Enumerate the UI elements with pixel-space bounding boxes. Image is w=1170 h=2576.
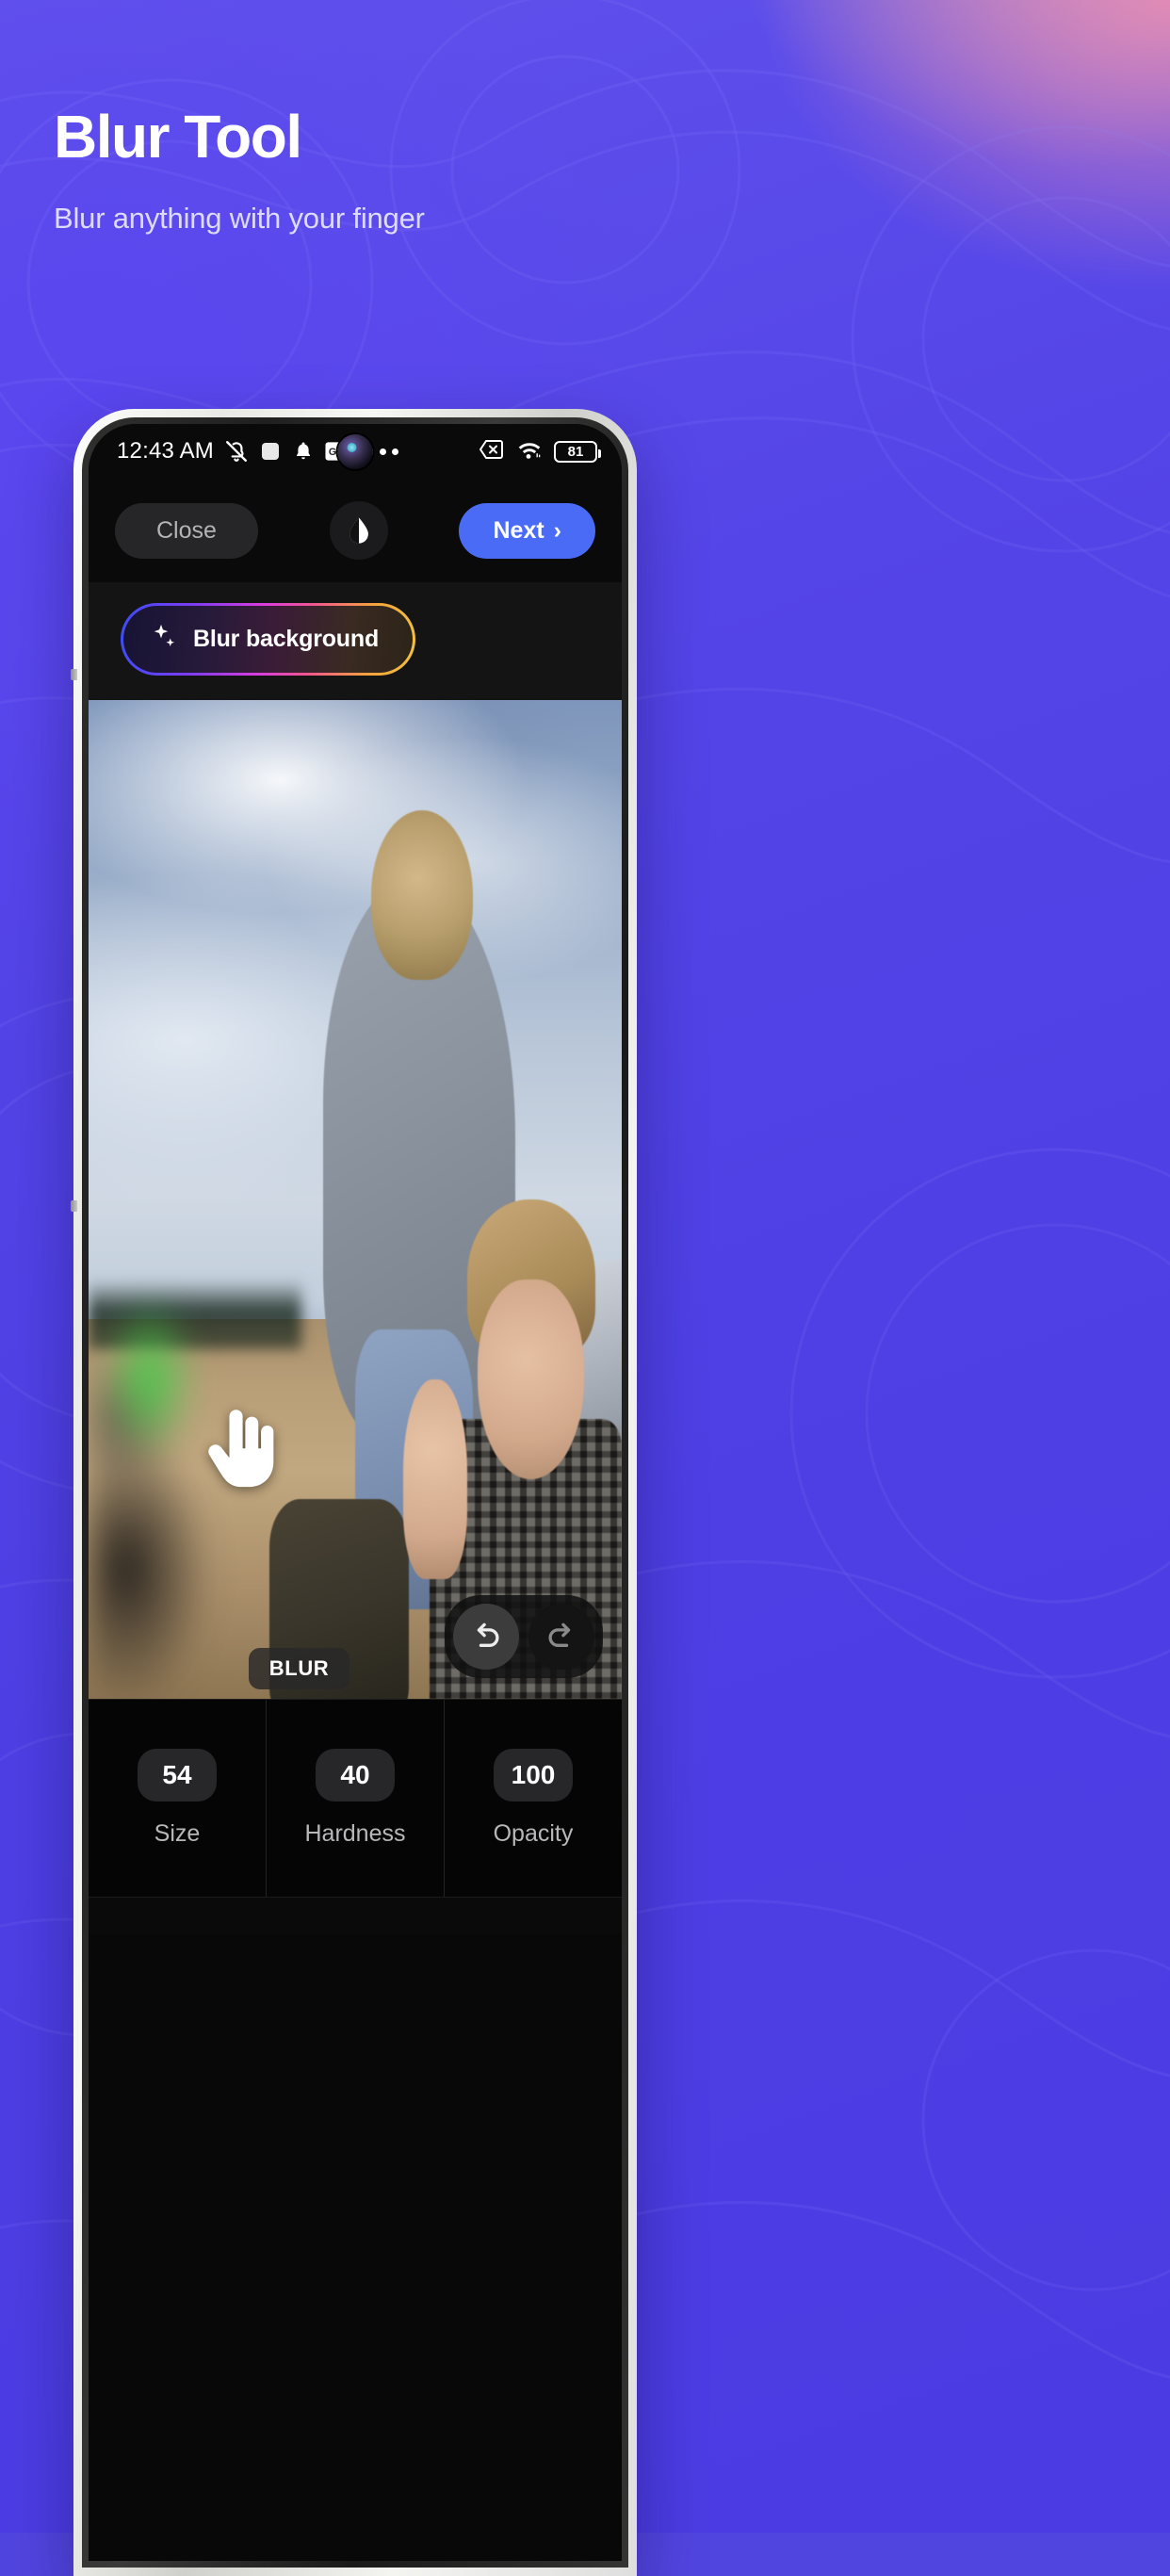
phone-mockup: 12:43 AM G 81 Close Next › Blur backgrou… xyxy=(71,409,637,2576)
photo-person-seated-face xyxy=(478,1279,585,1479)
sparkle-icon xyxy=(150,622,180,657)
photo-canvas[interactable]: BLUR xyxy=(89,700,622,1699)
photo-person-hair xyxy=(370,809,473,980)
bottom-strip xyxy=(89,1897,622,1934)
square-notification-icon xyxy=(259,440,282,463)
phone-screen: 12:43 AM G 81 Close Next › Blur backgrou… xyxy=(89,424,622,2561)
brush-parameter-bar: 54 Size 40 Hardness 100 Opacity xyxy=(89,1699,622,1897)
sim-disabled-icon xyxy=(479,438,505,465)
status-bar-left: 12:43 AM G xyxy=(117,438,479,465)
param-opacity-value[interactable]: 100 xyxy=(494,1749,573,1802)
page-subtitle: Blur anything with your finger xyxy=(54,202,425,235)
phone-bezel: 12:43 AM G 81 Close Next › Blur backgrou… xyxy=(82,417,628,2568)
battery-indicator: 81 xyxy=(554,440,601,463)
editor-toolbar: Close Next › xyxy=(89,479,622,582)
blur-background-button[interactable]: Blur background xyxy=(121,603,416,676)
next-button-label: Next xyxy=(493,516,544,544)
status-bar: 12:43 AM G 81 xyxy=(89,424,622,479)
front-camera-punch-hole xyxy=(337,434,373,469)
photo-person-hand xyxy=(402,1378,467,1579)
close-button[interactable]: Close xyxy=(115,502,258,559)
battery-level-label: 81 xyxy=(567,443,584,460)
undo-arrow-icon[interactable] xyxy=(453,1604,519,1670)
status-bar-right: 81 xyxy=(479,438,601,465)
mode-badge: BLUR xyxy=(248,1648,350,1689)
blur-background-inner: Blur background xyxy=(123,606,414,673)
param-size[interactable]: 54 Size xyxy=(89,1700,267,1897)
param-opacity-label: Opacity xyxy=(493,1820,574,1847)
redo-arrow-icon[interactable] xyxy=(528,1604,594,1670)
blur-background-label: Blur background xyxy=(193,626,380,652)
droplet-contrast-icon[interactable] xyxy=(329,501,388,560)
page-title: Blur Tool xyxy=(54,103,302,171)
param-hardness-value[interactable]: 40 xyxy=(316,1749,395,1802)
pointing-hand-icon xyxy=(208,1410,274,1488)
silent-mode-icon xyxy=(224,439,249,464)
status-clock: 12:43 AM xyxy=(117,438,215,464)
svg-text:G: G xyxy=(329,447,336,458)
wifi-icon xyxy=(515,438,544,465)
param-hardness-label: Hardness xyxy=(304,1820,406,1847)
param-size-label: Size xyxy=(154,1820,201,1847)
volume-button[interactable] xyxy=(71,669,77,680)
param-size-value[interactable]: 54 xyxy=(138,1749,217,1802)
param-opacity[interactable]: 100 Opacity xyxy=(445,1700,622,1897)
chevron-right-icon: › xyxy=(553,516,561,544)
next-button[interactable]: Next › xyxy=(459,502,595,559)
history-controls xyxy=(445,1595,603,1678)
ai-suggestion-bar: Blur background xyxy=(89,582,622,700)
power-button[interactable] xyxy=(71,1200,77,1212)
param-hardness[interactable]: 40 Hardness xyxy=(267,1700,445,1897)
bell-icon xyxy=(292,440,315,463)
